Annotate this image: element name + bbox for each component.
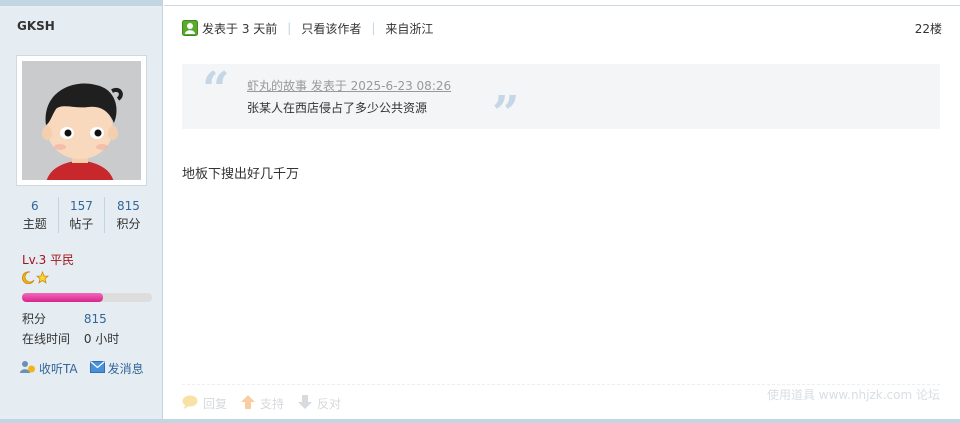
stat-points[interactable]: 815 积分 (105, 197, 152, 233)
quote-block: “ 虾丸的故事 发表于 2025-6-23 08:26 张某人在西店侵占了多少公… (182, 62, 940, 138)
author-only-link[interactable]: 只看该作者 (301, 20, 361, 37)
points-row: 积分 815 (22, 310, 107, 327)
stat-value[interactable]: 6 (12, 197, 58, 215)
reply-label[interactable]: 回复 (203, 395, 227, 412)
post-content: 地板下搜出好几千万 (182, 167, 300, 182)
close-quote-icon: ” (492, 86, 520, 142)
author-sidebar: GKSH 6 主题 157 帖子 815 积分 Lv.3 平民 积分 815 在… (0, 0, 163, 423)
stat-posts[interactable]: 157 帖子 (59, 197, 106, 233)
support-button[interactable]: 支持 (241, 395, 284, 412)
open-quote-icon: “ (202, 62, 230, 118)
post-footer: 回复 支持 反对 (182, 395, 341, 412)
send-message-label[interactable]: 发消息 (108, 360, 144, 377)
points-value[interactable]: 815 (84, 312, 107, 326)
site-watermark: 使用道具 www.nhjzk.com 论坛 (766, 388, 940, 402)
send-message-button[interactable]: 发消息 (89, 360, 144, 377)
post-location: 来自浙江 (385, 21, 434, 36)
quote-text: 张某人在西店侵占了多少公共资源 (247, 101, 428, 115)
online-time-label: 在线时间 (22, 332, 71, 346)
post-time: 发表于 3 天前 (202, 21, 278, 36)
oppose-label[interactable]: 反对 (317, 395, 341, 412)
thumb-down-icon (298, 395, 313, 412)
post-main: 发表于 3 天前 | 只看该作者 | 来自浙江 22楼 “ 虾丸的故事 发表于 … (164, 0, 960, 423)
stat-value[interactable]: 815 (105, 197, 152, 215)
follow-button[interactable]: 收听TA (20, 360, 78, 377)
divider: | (287, 21, 292, 35)
author-username[interactable]: GKSH (17, 19, 55, 33)
oppose-button[interactable]: 反对 (298, 395, 341, 412)
footer-divider (182, 384, 940, 385)
thumb-up-icon (241, 395, 256, 412)
author-stats: 6 主题 157 帖子 815 积分 (12, 197, 152, 233)
points-label: 积分 (22, 312, 47, 326)
floor-number[interactable]: 22楼 (915, 20, 942, 37)
star-icon (35, 270, 50, 287)
post-header: 发表于 3 天前 | 只看该作者 | 来自浙江 22楼 (182, 18, 942, 38)
support-label[interactable]: 支持 (260, 395, 284, 412)
reply-icon (182, 395, 198, 412)
avatar-image (22, 61, 141, 180)
post-top-border (164, 0, 960, 6)
divider: | (371, 21, 376, 35)
follow-icon (20, 360, 36, 377)
stat-threads[interactable]: 6 主题 (12, 197, 59, 233)
sidebar-top-border (0, 0, 163, 6)
online-status-icon (182, 20, 198, 36)
author-actions: 收听TA 发消息 (20, 360, 144, 377)
envelope-icon (89, 361, 105, 376)
online-time-value: 0 小时 (83, 332, 120, 346)
avatar[interactable] (16, 55, 147, 186)
medal-icons (22, 270, 50, 287)
level-progress-bar (22, 293, 152, 302)
stat-label: 积分 (116, 217, 141, 231)
level-progress-fill (22, 293, 103, 302)
moon-icon (22, 271, 35, 287)
quote-meta-link[interactable]: 虾丸的故事 发表于 2025-6-23 08:26 (247, 77, 451, 94)
follow-label[interactable]: 收听TA (39, 360, 78, 377)
stat-label: 主题 (22, 217, 47, 231)
online-time-row: 在线时间 0 小时 (22, 330, 119, 347)
stat-label: 帖子 (69, 217, 94, 231)
bottom-border (0, 419, 960, 423)
stat-value[interactable]: 157 (59, 197, 105, 215)
user-level[interactable]: Lv.3 平民 (22, 251, 74, 268)
reply-button[interactable]: 回复 (182, 395, 227, 412)
